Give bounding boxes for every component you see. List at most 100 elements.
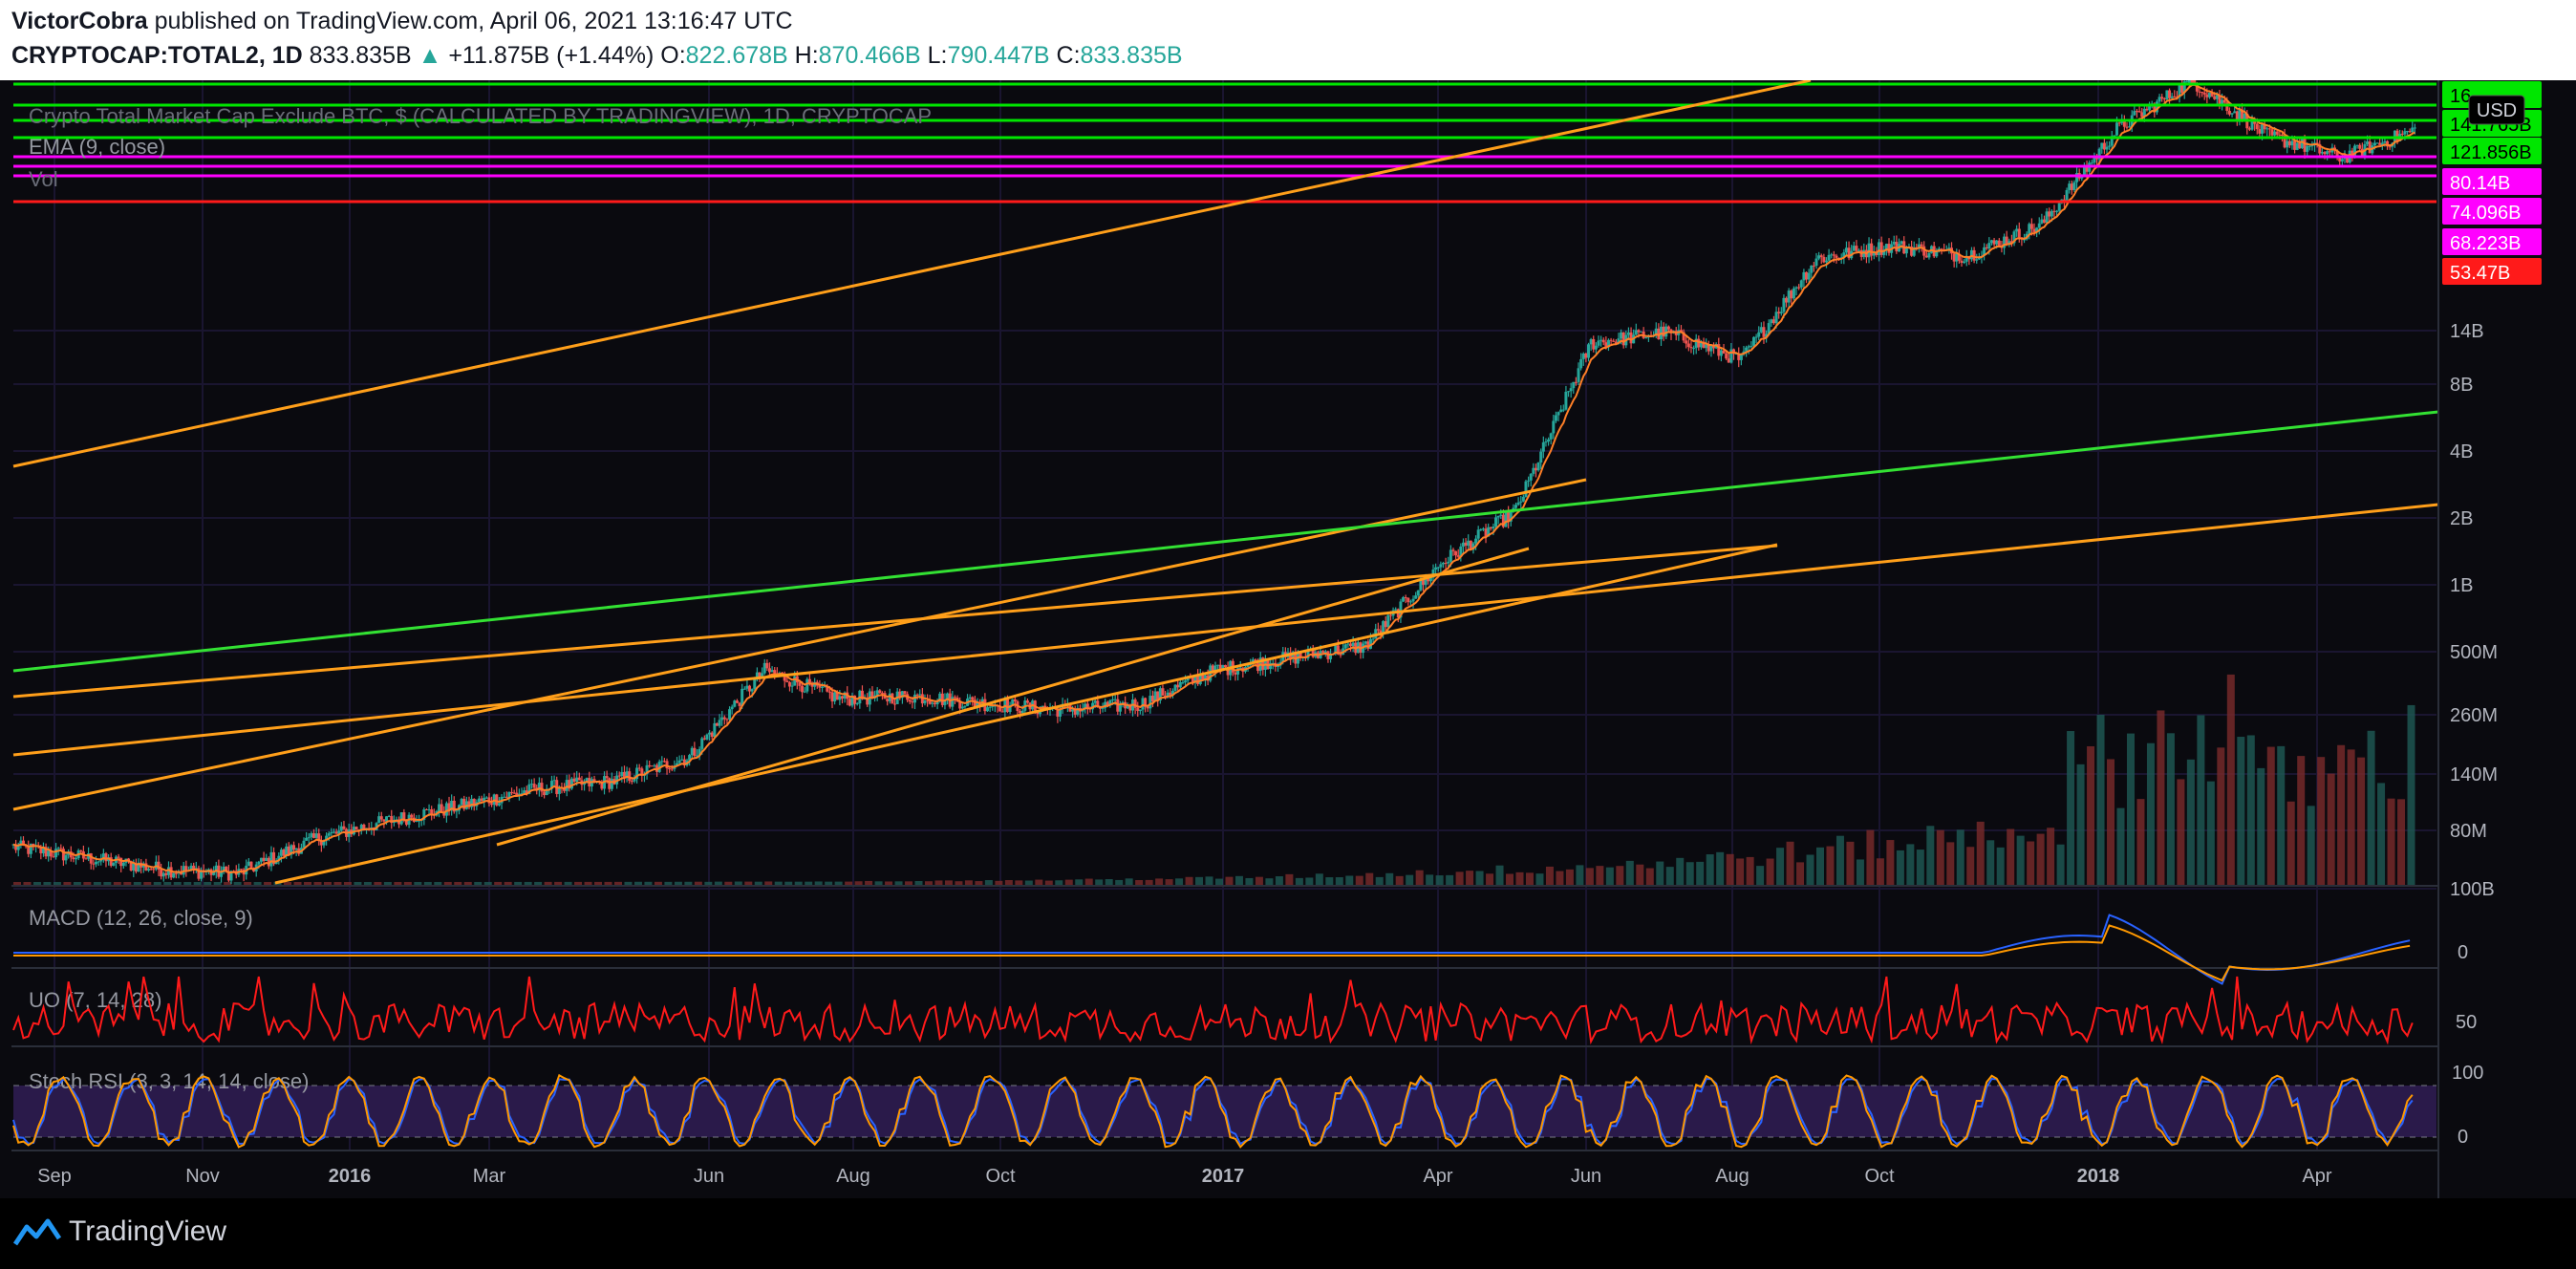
candle-body [2340,159,2344,161]
volume-bar [2286,801,2295,886]
candle-body [265,857,268,861]
candle-body [653,764,656,766]
candle-body [427,808,431,810]
candle-body [2326,151,2329,155]
volume-bar [2157,710,2165,886]
volume-bar [1866,829,1875,886]
candle-body [152,869,156,871]
candle-body [715,722,719,726]
candle-body [2286,140,2289,148]
volume-bar [2377,783,2386,886]
candle-body [1992,240,1996,245]
candle-body [662,761,666,763]
candle-body [160,870,163,877]
candle-body [577,777,581,781]
candle-body [1529,473,1533,481]
candle-body [220,871,224,877]
candle-body [2055,210,2059,212]
candle-body [1449,549,1452,562]
volume-bar [1846,841,1855,886]
candle-body [1504,510,1508,527]
volume-bar [1475,871,1484,886]
volume-bar [1796,862,1805,886]
volume-bar [1265,878,1274,886]
volume-bar [2067,731,2075,886]
candle-body [1777,312,1781,313]
chart-area[interactable]: Crypto Total Market Cap Exclude BTC, $ (… [0,78,2576,1198]
candle-body [2202,92,2206,95]
candle-body [269,851,273,867]
candle-body [2258,129,2262,134]
candle-body [1514,505,1517,508]
volume-bar [2347,749,2355,886]
price-level-text: 68.223B [2450,233,2522,254]
candle-body [161,872,165,877]
volume-bar [2246,735,2255,886]
candle-body [2050,210,2053,217]
candle-body [1719,350,1723,356]
candle-body [1770,319,1773,324]
candle-body [1626,332,1630,335]
candle-body [630,781,633,783]
candle-body [2323,152,2327,155]
candle-body [928,700,932,704]
price-axis-ticks[interactable]: 14B 8B 4B 2B 1B 500M 260M 140M 80M 100B [2450,321,2498,900]
candle-body [477,798,481,803]
candle-body [2200,92,2204,94]
volume-bar [2357,757,2366,886]
candle-body [2207,92,2211,97]
candle-body [1689,347,1693,349]
candle-body [963,705,967,707]
candle-body [767,668,771,673]
candle-body [2125,126,2129,128]
volume-bar [1665,867,1674,886]
candle-body [1799,280,1803,288]
candle-body [923,700,927,704]
volume-bar [2047,828,2055,886]
candle-body [2328,151,2331,153]
candle-body [2413,127,2416,129]
candle-body [960,706,964,709]
volume-bar [1495,865,1504,886]
volume-bar [1285,873,1294,886]
tradingview-logo[interactable]: TradingView [13,1215,226,1248]
candle-body [239,869,243,871]
candle-body [2303,139,2307,152]
price-tick-label: 8B [2450,375,2473,396]
candle-body [79,850,83,852]
high-label: H: [794,42,819,69]
volume-bar [1155,878,1164,886]
candle-body [790,685,794,687]
candle-body [1621,332,1625,346]
candle-body [821,686,825,688]
volume-bar [1275,876,1283,886]
candle-body [104,853,108,862]
candle-body [97,861,100,863]
candle-body [410,814,414,818]
candle-body [918,694,922,696]
candle-body [628,771,632,782]
candle-body [2160,97,2164,99]
candle-body [637,767,641,769]
candle-body [1559,409,1563,413]
candle-body [971,697,975,700]
candle-body [1819,255,1823,257]
candle-body [2113,135,2116,137]
candle-body [1567,391,1571,393]
symbol-label: CRYPTOCAP:TOTAL2, 1D [11,42,303,69]
candle-body [1547,439,1551,442]
candle-body [1178,681,1182,688]
chart-svg[interactable]: Crypto Total Market Cap Exclude BTC, $ (… [0,78,2576,1198]
candle-body [307,837,311,839]
price-tick-label: 1B [2450,575,2473,596]
candle-body [1952,253,1956,262]
candle-body [807,678,811,683]
candle-body [878,690,882,694]
author-name[interactable]: VictorCobra [11,8,148,34]
volume-bar [1876,858,1884,886]
volume-bar [1195,876,1204,886]
price-tick-label: 2B [2450,508,2473,529]
candle-body [1111,699,1115,700]
time-axis-ticks[interactable]: Sep Nov 2016 Mar Jun Aug Oct 2017 Apr Jun Aug Oct 20… [37,1166,2332,1187]
price-tick-label: 100B [2450,879,2495,900]
